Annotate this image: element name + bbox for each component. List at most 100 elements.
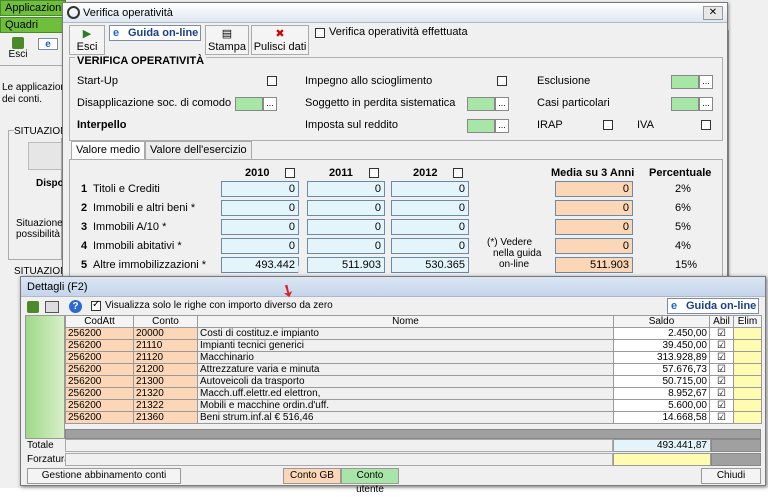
abil-checkbox[interactable]: ☑ [709, 411, 734, 424]
table-row[interactable]: 256200 21322 Mobili e macchine ordin.d'u… [65, 399, 762, 412]
elim-cell[interactable] [733, 351, 762, 364]
casi-field[interactable] [671, 97, 699, 111]
dialog1-close-button[interactable]: ✕ [703, 6, 723, 20]
field-2011[interactable]: 0 [307, 238, 385, 254]
table-row[interactable]: 256200 21360 Beni strum.inf.al € 516,46 … [65, 411, 762, 424]
table-row[interactable]: 256200 21120 Macchinario 313.928,89 ☑ [65, 351, 762, 364]
disapplicazione-label: Disapplicazione soc. di comodo [77, 97, 232, 109]
soggetto-field[interactable] [467, 97, 495, 111]
field-2012[interactable]: 0 [391, 200, 469, 216]
elim-cell[interactable] [733, 327, 762, 340]
conto-utente-legend: Conto utente [341, 468, 399, 495]
chiudi-button[interactable]: Chiudi [701, 468, 761, 484]
esci-button[interactable]: ▶ Esci [69, 25, 105, 55]
esclusione-ellipsis-button[interactable]: ... [699, 75, 713, 89]
casi-ellipsis-button[interactable]: ... [699, 97, 713, 111]
abil-checkbox[interactable]: ☑ [709, 399, 734, 412]
field-2012[interactable]: 0 [391, 238, 469, 254]
bg-esci-button[interactable]: Esci [6, 37, 30, 65]
bg-situazione-1: SITUAZION [14, 126, 68, 138]
field-2010[interactable]: 0 [221, 200, 299, 216]
col-2011-checkbox[interactable] [369, 168, 379, 178]
field-2011[interactable]: 0 [307, 219, 385, 235]
clear-icon: ✖ [275, 28, 285, 40]
col-2012-checkbox[interactable] [453, 168, 463, 178]
guida-online-button[interactable]: e Guida on-line [109, 25, 201, 41]
conto-gb-legend: Conto GB [283, 468, 341, 484]
col-codatt: CodAtt [65, 315, 134, 328]
elim-cell[interactable] [733, 399, 762, 412]
table-row[interactable]: 256200 21200 Attrezzature varia e minuta… [65, 363, 762, 376]
disapplicazione-field[interactable] [235, 97, 263, 111]
field-media: 0 [555, 200, 633, 216]
col-percentuale: Percentuale [649, 167, 712, 179]
verifica-operativita-dialog: Verifica operatività ✕ ▶ Esci e Guida on… [62, 2, 728, 292]
pulisci-dati-button[interactable]: ✖ Pulisci dati [251, 25, 309, 55]
field-2012[interactable]: 0 [391, 181, 469, 197]
elim-cell[interactable] [733, 339, 762, 352]
help-icon[interactable]: ? [69, 300, 82, 313]
col-2010-checkbox[interactable] [285, 168, 295, 178]
filter-label: Visualizza solo le righe con importo div… [105, 300, 333, 311]
startup-label: Start-Up [77, 75, 118, 87]
elim-cell[interactable] [733, 411, 762, 424]
imposta-field[interactable] [467, 119, 495, 133]
startup-checkbox[interactable] [267, 76, 277, 86]
elim-cell[interactable] [733, 387, 762, 400]
table-row[interactable]: 256200 21300 Autoveicoli da trasporto 50… [65, 375, 762, 388]
verifica-effettuata-checkbox[interactable] [315, 28, 325, 38]
abil-checkbox[interactable]: ☑ [709, 363, 734, 376]
abil-checkbox[interactable]: ☑ [709, 339, 734, 352]
gestione-abbinamento-button[interactable]: Gestione abbinamento conti [27, 468, 181, 484]
field-2010[interactable]: 0 [221, 219, 299, 235]
dialog1-title: Verifica operatività [83, 7, 173, 19]
abil-checkbox[interactable]: ☑ [709, 387, 734, 400]
tab-quadri[interactable]: Quadri [0, 17, 66, 33]
elim-cell[interactable] [733, 363, 762, 376]
table-row[interactable]: 256200 20000 Costi di costituz.e impiant… [65, 327, 762, 340]
forzatura-field[interactable] [613, 453, 711, 466]
abil-checkbox[interactable]: ☑ [709, 327, 734, 340]
col-abil: Abil [709, 315, 734, 328]
col-2010: 2010 [245, 167, 270, 179]
guida-e-icon: e [671, 300, 678, 312]
soggetto-ellipsis-button[interactable]: ... [495, 97, 509, 111]
field-2011[interactable]: 511.903 [307, 257, 385, 273]
col-media: Media su 3 Anni [551, 167, 635, 179]
bg-desc-2: dei conti. [2, 94, 43, 105]
print-icon[interactable] [45, 301, 59, 313]
tab-valore-medio[interactable]: Valore medio [71, 141, 145, 159]
col-2012: 2012 [413, 167, 438, 179]
tab-valore-esercizio[interactable]: Valore dell'esercizio [145, 141, 252, 159]
iva-label: IVA [637, 119, 654, 131]
field-2010[interactable]: 0 [221, 238, 299, 254]
filter-checkbox[interactable] [91, 299, 101, 311]
irap-checkbox[interactable] [603, 120, 613, 130]
iva-checkbox[interactable] [701, 120, 711, 130]
field-2012[interactable]: 530.365 [391, 257, 469, 273]
abil-checkbox[interactable]: ☑ [709, 351, 734, 364]
guida-online-button[interactable]: e Guida on-line [667, 298, 759, 314]
exit-icon[interactable] [27, 301, 39, 313]
casi-label: Casi particolari [537, 97, 610, 109]
table-row[interactable]: 256200 21320 Macch.uff.elettr.ed elettro… [65, 387, 762, 400]
stampa-button[interactable]: ▤ Stampa [205, 25, 249, 55]
field-2010[interactable]: 493.442 [221, 257, 299, 273]
elim-cell[interactable] [733, 375, 762, 388]
field-2012[interactable]: 0 [391, 219, 469, 235]
exit-icon [12, 37, 24, 49]
printer-icon: ▤ [221, 28, 233, 40]
bg-guida-button[interactable]: e [38, 38, 58, 50]
dettagli-dialog: Dettagli (F2) ➘ ? Visualizza solo le rig… [20, 276, 766, 495]
field-2011[interactable]: 0 [307, 200, 385, 216]
disapplicazione-ellipsis-button[interactable]: ... [263, 97, 277, 111]
imposta-ellipsis-button[interactable]: ... [495, 119, 509, 133]
imposta-label: Imposta sul reddito [305, 119, 398, 131]
field-2010[interactable]: 0 [221, 181, 299, 197]
abil-checkbox[interactable]: ☑ [709, 375, 734, 388]
tab-applicazioni[interactable]: Applicazioni [0, 0, 66, 16]
impegno-checkbox[interactable] [497, 76, 507, 86]
esclusione-field[interactable] [671, 75, 699, 89]
field-2011[interactable]: 0 [307, 181, 385, 197]
table-row[interactable]: 256200 21110 Impianti tecnici generici 3… [65, 339, 762, 352]
